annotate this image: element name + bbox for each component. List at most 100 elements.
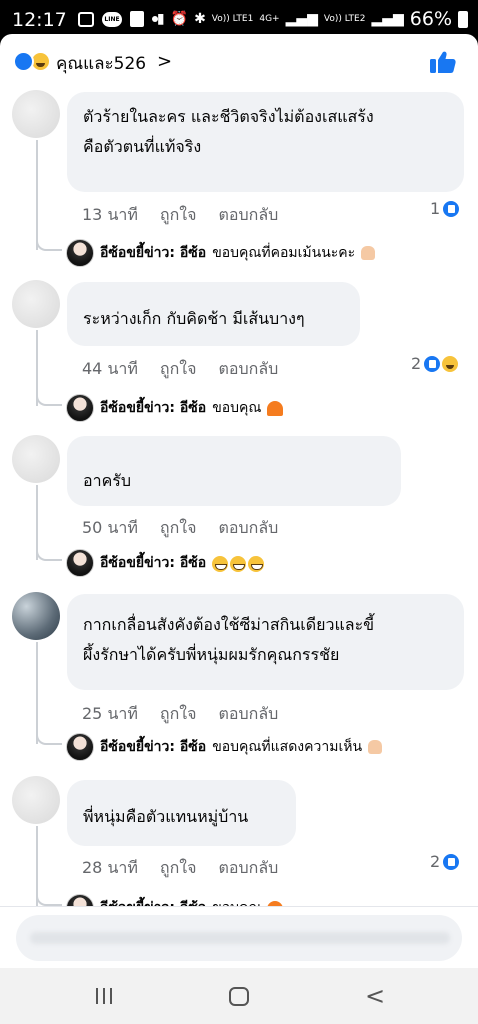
line-app-icon: LINE	[102, 11, 122, 27]
commenter-avatar[interactable]	[12, 776, 60, 824]
like-icon	[423, 354, 442, 373]
reply-link[interactable]: ตอบกลับ	[218, 516, 278, 541]
commenter-avatar[interactable]	[12, 280, 60, 328]
reply-author[interactable]: อีซ้อขยี้ข่าว: อีซ้อ	[100, 552, 206, 574]
comment-text-line: คือตัวตนที่แท้จริง	[83, 137, 202, 156]
comment-time: 50 นาที	[82, 518, 138, 537]
comment-time: 13 นาที	[82, 205, 138, 224]
thread-line	[36, 140, 38, 250]
reply-connector	[36, 392, 62, 406]
comment-bubble[interactable]: อาครับ	[67, 436, 401, 506]
like-icon	[442, 199, 461, 218]
reaction-count[interactable]: 2	[411, 354, 460, 373]
bluetooth-icon: ✱	[194, 11, 206, 27]
lte2-label: Vo)) LTE2	[323, 14, 366, 24]
chevron-right-icon[interactable]: >	[157, 51, 172, 72]
thread-line	[36, 642, 38, 744]
orange-heart-icon	[267, 400, 284, 416]
comment-text-line: ผึ้งรักษาได้ครับพี่หนุ่มผมรักคุณกรรชัย	[83, 645, 340, 664]
system-icons: ▮ ⏰ ✱ Vo)) LTE1 4G+ ▂▄▆ Vo)) LTE2 ▂▄▆ 66…	[157, 8, 468, 30]
reactions-header[interactable]: คุณและ526 >	[0, 34, 478, 88]
like-button-icon[interactable]	[430, 50, 456, 74]
owner-reply[interactable]: อีซ้อขยี้ข่าว: อีซ้อ ขอบคุณ	[66, 393, 284, 423]
grinning-sweat-icon	[248, 556, 265, 572]
reply-connector	[36, 237, 62, 251]
like-link[interactable]: ถูกใจ	[160, 702, 197, 727]
page-avatar[interactable]	[66, 394, 94, 422]
comment-meta: 50 นาที ถูกใจ ตอบกลับ	[82, 516, 278, 541]
comment-meta: 13 นาที ถูกใจ ตอบกลับ	[82, 203, 278, 228]
reaction-count-number: 2	[430, 852, 441, 871]
notification-icons: LINE	[78, 11, 158, 27]
status-bar: 12:17 LINE ▮ ⏰ ✱ Vo)) LTE1 4G+ ▂▄▆ Vo)) …	[0, 0, 478, 38]
status-time: 12:17	[12, 9, 67, 31]
home-icon[interactable]	[229, 987, 249, 1006]
reply-connector	[36, 892, 62, 906]
reply-link[interactable]: ตอบกลับ	[218, 702, 278, 727]
haha-icon	[441, 354, 460, 373]
reaction-count[interactable]: 2	[430, 852, 461, 871]
grinning-sweat-icon	[212, 556, 229, 572]
battery-percent: 66%	[409, 8, 452, 30]
reply-author[interactable]: อีซ้อขยี้ข่าว: อีซ้อ	[100, 397, 206, 419]
signal-2-icon: ▂▄▆	[371, 11, 404, 27]
comment-text-line: อาครับ	[83, 471, 132, 490]
signal-icon: ▂▄▆	[285, 11, 318, 27]
like-link[interactable]: ถูกใจ	[160, 856, 197, 881]
reply-author[interactable]: อีซ้อขยี้ข่าว: อีซ้อ	[100, 736, 206, 758]
comment-meta: 25 นาที ถูกใจ ตอบกลับ	[82, 702, 278, 727]
reply-link[interactable]: ตอบกลับ	[218, 203, 278, 228]
lte1-label: Vo)) LTE1	[211, 14, 254, 24]
lock-icon: ▮	[156, 11, 165, 27]
alarm-icon: ⏰	[170, 11, 189, 27]
like-link[interactable]: ถูกใจ	[160, 203, 197, 228]
reply-emojis	[212, 554, 266, 573]
comment-time: 28 นาที	[82, 858, 138, 877]
reply-link[interactable]: ตอบกลับ	[218, 357, 278, 382]
comment-text-line: พี่หนุ่มคือตัวแทนหมู่บ้าน	[83, 807, 249, 826]
comment-time: 25 นาที	[82, 704, 138, 723]
praying-hands-icon	[368, 740, 383, 754]
praying-hands-icon	[361, 246, 376, 260]
reaction-count-number: 1	[430, 199, 441, 218]
comment-bubble[interactable]: กากเกลื่อนสังคังต้องใช้ซีม่าสกินเดียวและ…	[67, 594, 464, 690]
reaction-count[interactable]: 1	[430, 199, 461, 218]
reply-text: ขอบคุณที่คอมเม้นนะคะ	[212, 245, 356, 261]
comment-bubble[interactable]: ตัวร้ายในละคร และชีวิตจริงไม่ต้องเสแสร้ง…	[67, 92, 464, 192]
page-avatar[interactable]	[66, 239, 94, 267]
commenter-avatar[interactable]	[12, 90, 60, 138]
page-avatar[interactable]	[66, 549, 94, 577]
reply-text: ขอบคุณ	[212, 400, 262, 416]
page-avatar[interactable]	[66, 733, 94, 761]
reactors-summary[interactable]: คุณและ526	[56, 50, 146, 77]
comment-bubble[interactable]: ระหว่างเก็ก กับคิดช้า มีเส้นบางๆ	[67, 282, 360, 346]
owner-reply[interactable]: อีซ้อขยี้ข่าว: อีซ้อ	[66, 548, 266, 578]
commenter-avatar[interactable]	[12, 592, 60, 640]
comment-text-line: ระหว่างเก็ก กับคิดช้า มีเส้นบางๆ	[83, 309, 305, 328]
like-link[interactable]: ถูกใจ	[160, 357, 197, 382]
recent-apps-icon[interactable]	[96, 988, 116, 1004]
like-reaction-icon	[13, 51, 34, 72]
reply-connector	[36, 547, 62, 561]
reply-connector	[36, 731, 62, 745]
reply-link[interactable]: ตอบกลับ	[218, 856, 278, 881]
reply-author[interactable]: อีซ้อขยี้ข่าว: อีซ้อ	[100, 242, 206, 264]
gallery-icon	[78, 11, 94, 27]
commenter-avatar[interactable]	[12, 435, 60, 483]
comment-bubble[interactable]: พี่หนุ่มคือตัวแทนหมู่บ้าน	[67, 780, 296, 846]
network-type-label: 4G+	[259, 14, 280, 24]
comments-sheet: คุณและ526 > ตัวร้ายในละคร และชีวิตจริงไม…	[0, 34, 478, 968]
owner-reply[interactable]: อีซ้อขยี้ข่าว: อีซ้อ ขอบคุณที่คอมเม้นนะค…	[66, 238, 376, 268]
comment-meta: 28 นาที ถูกใจ ตอบกลับ	[82, 856, 278, 881]
system-nav-bar: <	[0, 968, 478, 1024]
comment-time: 44 นาที	[82, 359, 138, 378]
blurred-placeholder	[30, 932, 450, 944]
back-icon[interactable]: <	[365, 982, 385, 1010]
comment-text-line: ตัวร้ายในละคร และชีวิตจริงไม่ต้องเสแสร้ง	[83, 107, 374, 126]
like-link[interactable]: ถูกใจ	[160, 516, 197, 541]
owner-reply[interactable]: อีซ้อขยี้ข่าว: อีซ้อ ขอบคุณที่แสดงความเห…	[66, 732, 383, 762]
comment-input[interactable]	[16, 915, 462, 961]
comment-composer	[0, 906, 478, 968]
battery-icon	[458, 10, 468, 28]
comment-text-line: กากเกลื่อนสังคังต้องใช้ซีม่าสกินเดียวและ…	[83, 615, 375, 634]
